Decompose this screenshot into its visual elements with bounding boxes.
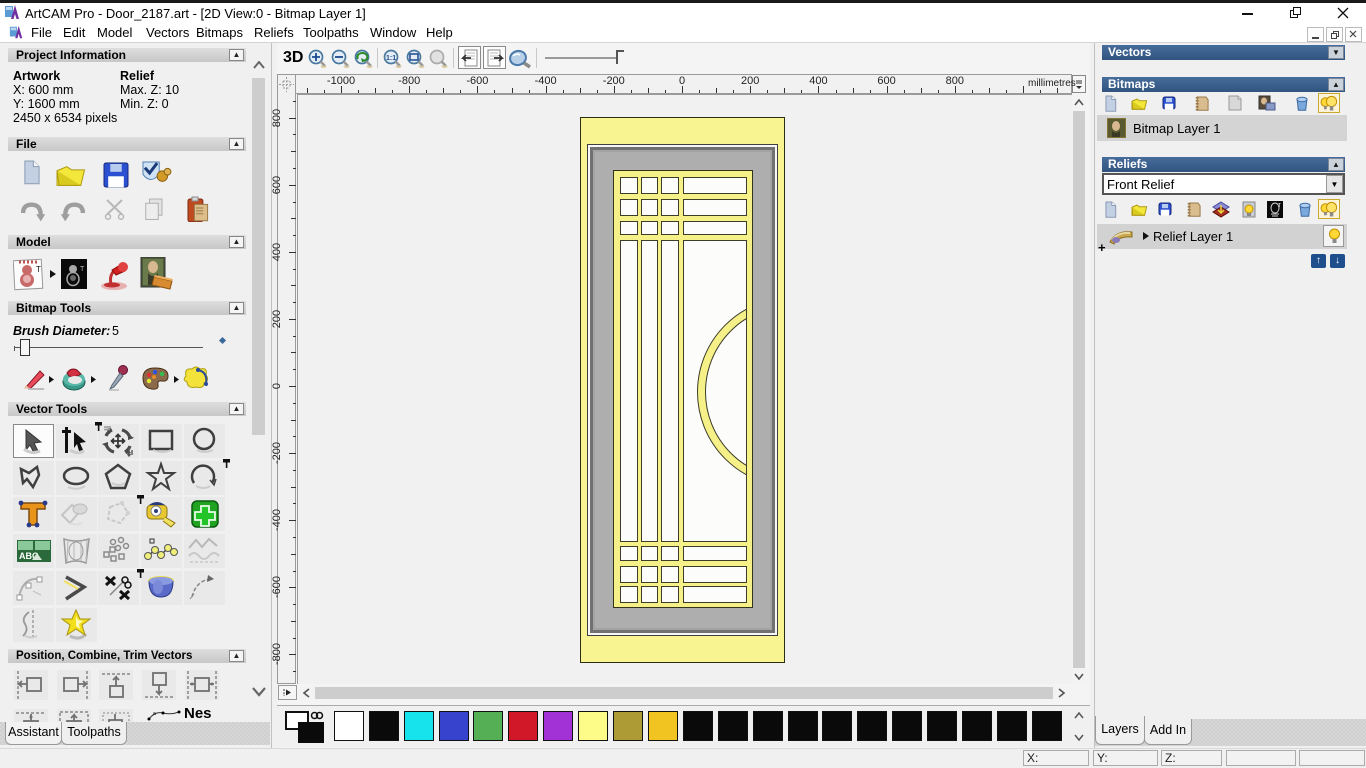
svg-text:T: T bbox=[36, 265, 41, 274]
svg-text:a: a bbox=[153, 711, 156, 717]
svg-text:1:1: 1:1 bbox=[386, 55, 396, 62]
svg-text:T: T bbox=[80, 266, 85, 273]
svg-text:T: T bbox=[1278, 203, 1281, 209]
